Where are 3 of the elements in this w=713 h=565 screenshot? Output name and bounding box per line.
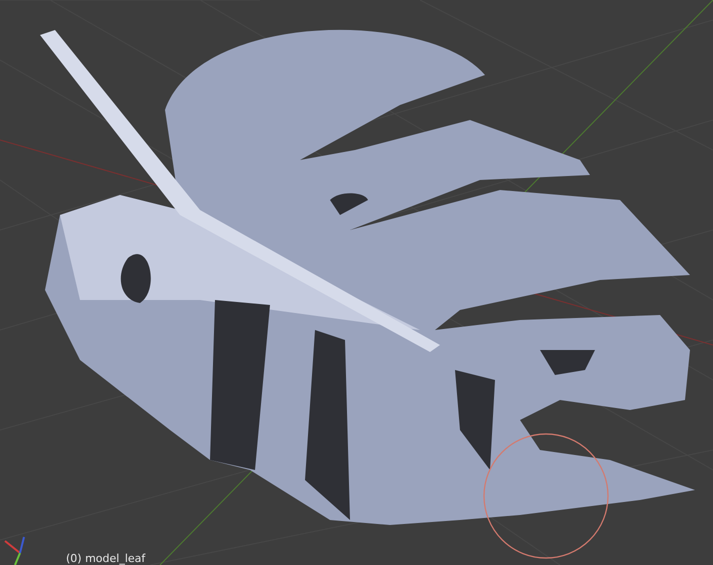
axis-gizmo-icon bbox=[4, 536, 25, 565]
3d-viewport[interactable]: (0) model_leaf bbox=[0, 0, 713, 565]
object-label: (0) model_leaf bbox=[66, 552, 146, 565]
